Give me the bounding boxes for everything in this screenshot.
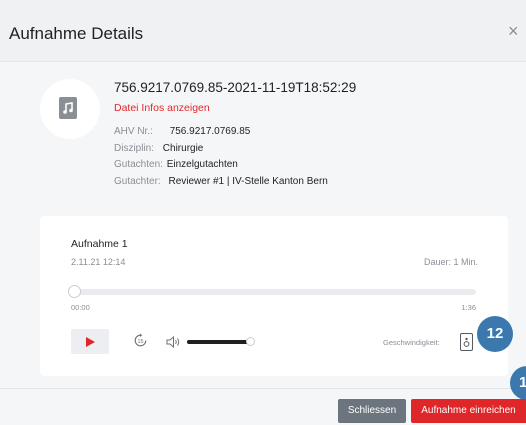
player-date: 2.11.21 12:14 [71, 257, 126, 267]
meta-row-report: Gutachten: Einzelgutachten [114, 157, 328, 174]
meta-key: Gutachter: [114, 175, 161, 187]
seek-handle[interactable] [68, 285, 81, 298]
play-button[interactable] [71, 329, 109, 354]
speed-button[interactable] [460, 333, 473, 351]
seek-bar[interactable] [68, 285, 476, 298]
meta-key: Disziplin: [114, 142, 155, 154]
meta-value: Einzelgutachten [166, 159, 238, 170]
meta-key: Gutachten: [114, 159, 163, 170]
annotation-badge-partial: 1 [510, 366, 526, 400]
volume-slider[interactable] [187, 337, 255, 346]
meta-row-reviewer: Gutachter: Reviewer #1 | IV-Stelle Kanto… [114, 174, 328, 191]
submit-recording-button[interactable]: Aufnahme einreichen [411, 399, 526, 423]
meta-row-discipline: Disziplin: Chirurgie [114, 141, 328, 158]
speed-icon [463, 337, 470, 347]
recording-metadata: AHV Nr.: 756.9217.0769.85 Disziplin: Chi… [114, 124, 328, 190]
volume-handle[interactable] [246, 337, 255, 346]
meta-value: Chirurgie [162, 142, 204, 154]
meta-value: Reviewer #1 | IV-Stelle Kanton Bern [168, 175, 328, 187]
skip-15-icon: 15 [134, 333, 147, 347]
recording-title: 756.9217.0769.85-2021-11-19T18:52:29 [114, 80, 357, 95]
annotation-badge: 12 [477, 316, 513, 352]
modal-title: Aufnahme Details [9, 24, 144, 43]
recording-details-modal: Aufnahme Details × 756.9217.0769.85-2021… [0, 0, 526, 425]
volume-icon [166, 335, 180, 349]
player-duration: Dauer: 1 Min. [423, 257, 478, 267]
current-time: 00:00 [71, 303, 90, 312]
close-icon[interactable]: × [508, 22, 519, 40]
speed-label: Geschwindigkeit: [383, 338, 440, 347]
meta-key: AHV Nr.: [114, 126, 153, 137]
meta-row-ahv: AHV Nr.: 756.9217.0769.85 [114, 124, 328, 141]
skip-15-button[interactable]: 15 [133, 333, 148, 353]
audio-file-icon [40, 79, 100, 139]
volume-slider-fill [187, 340, 250, 344]
volume-button[interactable] [166, 335, 181, 353]
player-title: Aufnahme 1 [71, 238, 128, 250]
total-time: 1:36 [461, 303, 476, 312]
play-icon [86, 337, 95, 347]
meta-value: 756.9217.0769.85 [169, 126, 251, 137]
svg-text:15: 15 [137, 339, 143, 345]
close-button[interactable]: Schliessen [338, 399, 406, 423]
audio-player-card: Aufnahme 1 2.11.21 12:14 Dauer: 1 Min. 0… [40, 216, 508, 376]
modal-header: Aufnahme Details × [0, 0, 526, 62]
file-info-link[interactable]: Datei Infos anzeigen [114, 102, 210, 114]
footer-divider [0, 388, 526, 389]
